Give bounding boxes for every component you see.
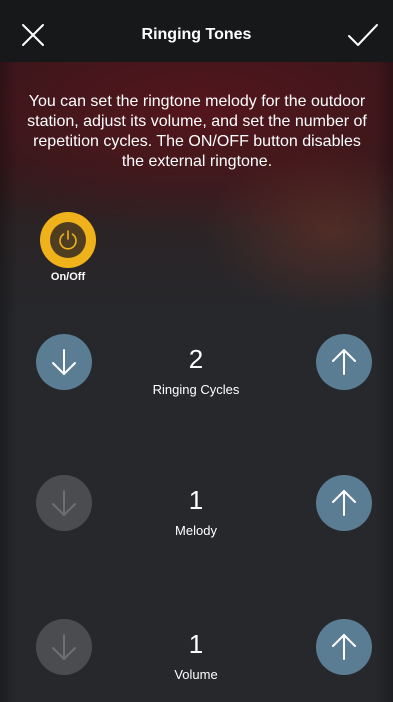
arrow-down-icon	[52, 634, 76, 660]
power-toggle-inner	[50, 222, 86, 258]
ringing-cycles-stepper: 2 Ringing Cycles	[0, 334, 393, 434]
melody-stepper: 1 Melody	[0, 475, 393, 575]
ringing-cycles-label: Ringing Cycles	[152, 382, 240, 397]
page-title: Ringing Tones	[141, 26, 252, 43]
power-toggle-label: On/Off	[50, 271, 86, 283]
melody-decrease-button[interactable]	[36, 475, 92, 531]
ringing-cycles-decrease-button[interactable]	[36, 334, 92, 390]
ringing-cycles-increase-button[interactable]	[316, 334, 372, 390]
arrow-up-icon	[332, 349, 356, 375]
arrow-up-icon	[332, 490, 356, 516]
melody-increase-button[interactable]	[316, 475, 372, 531]
power-toggle-button[interactable]	[40, 212, 96, 268]
volume-decrease-button[interactable]	[36, 619, 92, 675]
melody-value: 1	[188, 485, 204, 515]
power-icon	[59, 230, 77, 250]
description-text: You can set the ringtone melody for the …	[27, 93, 367, 170]
melody-label: Melody	[175, 523, 217, 538]
arrow-up-icon	[332, 634, 356, 660]
checkmark-icon	[348, 24, 378, 46]
arrow-down-icon	[52, 490, 76, 516]
confirm-button[interactable]	[345, 20, 381, 50]
volume-increase-button[interactable]	[316, 619, 372, 675]
volume-label: Volume	[174, 667, 218, 682]
ringing-cycles-value: 2	[188, 344, 204, 374]
volume-value: 1	[188, 629, 204, 659]
header-bar: Ringing Tones	[0, 0, 393, 62]
arrow-down-icon	[52, 349, 76, 375]
ringing-tones-screen: Ringing Tones You can set the ringtone m…	[0, 0, 393, 702]
volume-stepper: 1 Volume	[0, 619, 393, 702]
